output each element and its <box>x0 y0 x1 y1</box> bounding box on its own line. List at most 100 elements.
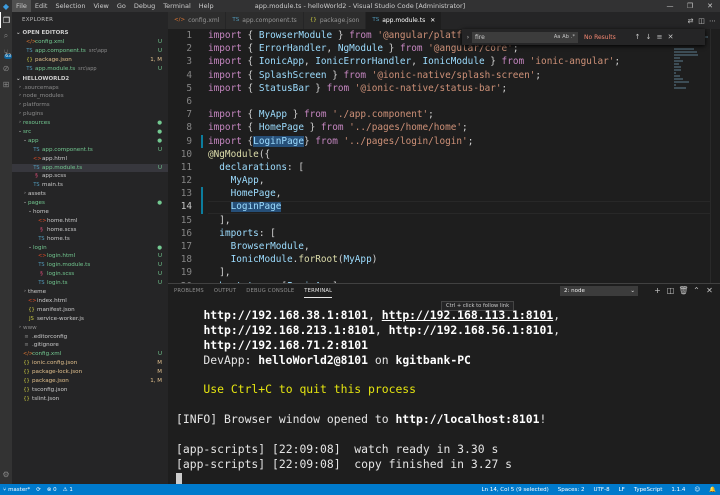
file-item[interactable]: <> index.html <box>12 297 168 306</box>
folder-item[interactable]: ⌄ home <box>12 208 168 217</box>
ts-version[interactable]: 1.1.4 <box>671 487 685 493</box>
close-window-button[interactable]: ✕ <box>700 0 720 12</box>
terminal-output[interactable]: http://192.168.38.1:8101, http://192.168… <box>176 308 716 486</box>
minimize-button[interactable]: — <box>660 0 680 12</box>
folder-item[interactable]: › plugins <box>12 110 168 119</box>
folder-item[interactable]: › .sourcemaps <box>12 84 168 93</box>
minimap[interactable] <box>674 29 708 283</box>
folder-item[interactable]: › www <box>12 324 168 333</box>
menu-go[interactable]: Go <box>113 0 130 12</box>
file-item[interactable]: TS main.ts <box>12 181 168 190</box>
panel-tab-debug-console[interactable]: DEBUG CONSOLE <box>246 284 294 298</box>
replace-toggle-icon[interactable]: › <box>464 34 472 41</box>
file-item[interactable]: {} tsconfig.json <box>12 386 168 395</box>
extensions-icon[interactable]: ⊞ <box>0 76 12 92</box>
compare-icon[interactable]: ⇄ <box>685 17 696 25</box>
open-editors-header[interactable]: ⌄ OPEN EDITORS <box>12 28 168 38</box>
file-item[interactable]: TS login.ts U <box>12 279 168 288</box>
folder-item[interactable]: › resources ● <box>12 119 168 128</box>
file-item[interactable]: </> config.xml U <box>12 350 168 359</box>
panel-tab-output[interactable]: OUTPUT <box>214 284 236 298</box>
menu-selection[interactable]: Selection <box>51 0 89 12</box>
menu-view[interactable]: View <box>89 0 112 12</box>
split-terminal-icon[interactable]: ◫ <box>664 285 677 297</box>
file-item[interactable]: TS app.component.ts U <box>12 146 168 155</box>
language-mode[interactable]: TypeScript <box>634 487 663 493</box>
source-control-icon[interactable]: ⑂ 63 <box>0 44 12 60</box>
menu-edit[interactable]: Edit <box>31 0 52 12</box>
folder-item[interactable]: ⌄ login ● <box>12 244 168 253</box>
menu-terminal[interactable]: Terminal <box>159 0 194 12</box>
close-tab-icon[interactable]: ✕ <box>430 12 435 29</box>
terminal-select[interactable]: 2: node ⌄ <box>560 286 638 296</box>
sync-icon[interactable]: ⟳ <box>36 487 41 493</box>
errors-count[interactable]: ⊗ 0 <box>47 487 57 493</box>
folder-item[interactable]: › platforms <box>12 101 168 110</box>
find-input[interactable]: fire Aa Ab .* <box>472 31 578 43</box>
open-editor-item[interactable]: </> config.xml U <box>12 38 168 47</box>
file-item[interactable]: § app.scss <box>12 172 168 181</box>
encoding[interactable]: UTF-8 <box>594 487 610 493</box>
kill-terminal-icon[interactable]: 🗑 <box>677 285 690 297</box>
warnings-count[interactable]: ⚠ 1 <box>63 487 73 493</box>
file-item[interactable]: {} package-lock.json M <box>12 368 168 377</box>
find-in-selection-icon[interactable]: ≡ <box>654 33 665 41</box>
file-item[interactable]: TS login.module.ts U <box>12 261 168 270</box>
folder-item[interactable]: ⌄ src ● <box>12 128 168 137</box>
tab-package-json[interactable]: {} package.json <box>303 12 367 29</box>
notifications-icon[interactable]: 🔔 <box>709 487 716 493</box>
file-item[interactable]: <> home.html <box>12 217 168 226</box>
file-item[interactable]: {} manifest.json <box>12 306 168 315</box>
debug-icon[interactable]: ⊘ <box>0 60 12 76</box>
close-panel-icon[interactable]: ✕ <box>703 285 716 297</box>
tab-app-module-ts[interactable]: TS app.module.ts ✕ <box>366 12 443 29</box>
maximize-panel-icon[interactable]: ⌃ <box>690 285 703 297</box>
file-item[interactable]: § login.scss U <box>12 270 168 279</box>
next-match-icon[interactable]: ↓ <box>643 33 654 41</box>
whole-word-toggle[interactable]: Ab <box>562 33 569 42</box>
menu-help[interactable]: Help <box>195 0 218 12</box>
file-item[interactable]: § home.scss <box>12 226 168 235</box>
open-editor-item[interactable]: {} package.json 1, M <box>12 56 168 65</box>
file-item[interactable]: JS service-worker.js <box>12 315 168 324</box>
file-item[interactable]: ≡ .gitignore <box>12 341 168 350</box>
previous-match-icon[interactable]: ↑ <box>632 33 643 41</box>
file-item[interactable]: {} tslint.json <box>12 395 168 404</box>
file-item[interactable]: TS app.module.ts U <box>12 163 168 173</box>
menu-file[interactable]: File <box>12 0 31 12</box>
close-find-icon[interactable]: ✕ <box>665 33 676 41</box>
editor-scrollbar[interactable] <box>710 29 720 283</box>
file-item[interactable]: TS home.ts <box>12 235 168 244</box>
line-ending[interactable]: LF <box>619 487 625 493</box>
new-terminal-icon[interactable]: + <box>651 285 664 297</box>
project-header[interactable]: ⌄ HELLOWORLD2 <box>12 74 168 84</box>
code-editor[interactable]: 1 import { BrowserModule } from '@angular… <box>168 29 720 283</box>
indentation[interactable]: Spaces: 2 <box>558 487 585 493</box>
settings-gear-icon[interactable]: ⚙ <box>0 466 12 482</box>
file-item[interactable]: ≡ .editorconfig <box>12 333 168 342</box>
file-item[interactable]: <> app.html <box>12 155 168 164</box>
folder-item[interactable]: › assets <box>12 190 168 199</box>
more-actions-icon[interactable]: ⋯ <box>707 17 718 25</box>
open-editor-item[interactable]: TS app.component.ts src\app U <box>12 47 168 56</box>
folder-item[interactable]: › node_modules <box>12 92 168 101</box>
panel-tab-terminal[interactable]: TERMINAL <box>304 284 333 298</box>
regex-toggle[interactable]: .* <box>571 33 575 42</box>
maximize-button[interactable]: ❐ <box>680 0 700 12</box>
feedback-icon[interactable]: ☺ <box>694 487 700 493</box>
file-item[interactable]: {} ionic.config.json M <box>12 359 168 368</box>
folder-item[interactable]: › theme <box>12 288 168 297</box>
explorer-icon[interactable]: ❐ <box>0 12 12 28</box>
folder-item[interactable]: ⌄ pages ● <box>12 199 168 208</box>
open-editor-item[interactable]: TS app.module.ts src\app U <box>12 65 168 74</box>
panel-tab-problems[interactable]: PROBLEMS <box>174 284 204 298</box>
match-case-toggle[interactable]: Aa <box>554 33 560 42</box>
cursor-position[interactable]: Ln 14, Col 5 (9 selected) <box>482 487 549 493</box>
file-item[interactable]: <> login.html U <box>12 252 168 261</box>
folder-item[interactable]: ⌄ app ● <box>12 137 168 146</box>
tab-config-xml[interactable]: </> config.xml <box>168 12 227 29</box>
menu-debug[interactable]: Debug <box>130 0 159 12</box>
git-branch[interactable]: ⑂ master* <box>3 487 30 493</box>
tab-app-component-ts[interactable]: TS app.component.ts <box>226 12 304 29</box>
file-item[interactable]: {} package.json 1, M <box>12 377 168 386</box>
